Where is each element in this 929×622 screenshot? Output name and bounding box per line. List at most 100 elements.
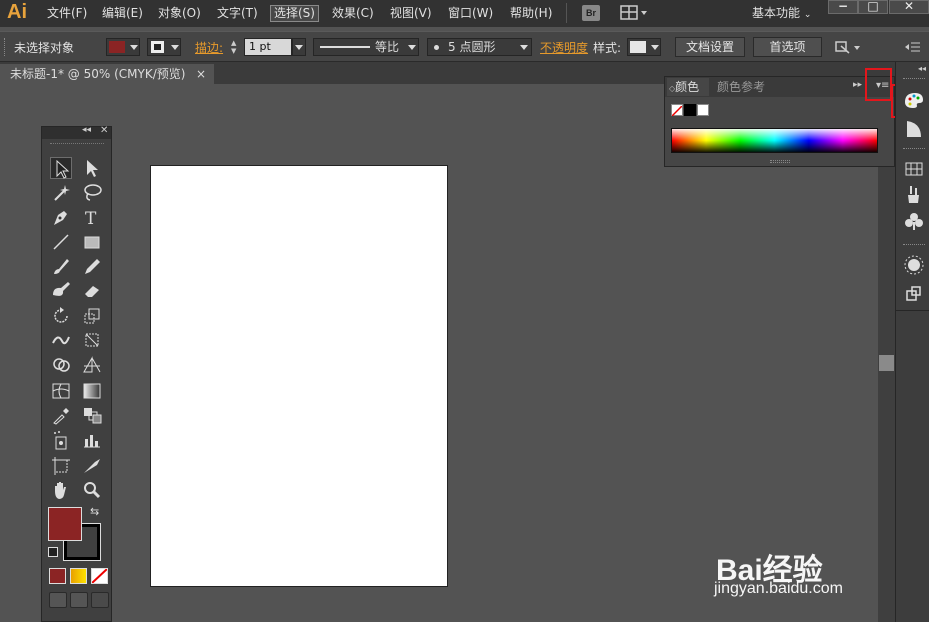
color-spectrum-ramp[interactable] xyxy=(671,128,878,153)
swap-colors-icon[interactable]: ⇆ xyxy=(90,505,99,518)
slice-tool[interactable] xyxy=(81,455,103,477)
maximize-button[interactable]: □ xyxy=(858,0,888,14)
pen-tool[interactable] xyxy=(50,206,72,228)
magic-wand-tool[interactable] xyxy=(50,181,72,203)
menu-edit[interactable]: 编辑(E) xyxy=(99,5,146,22)
grip-handle[interactable] xyxy=(4,38,6,56)
zoom-tool[interactable] xyxy=(81,479,103,501)
fill-color-dropdown[interactable] xyxy=(106,38,140,56)
document-setup-button[interactable]: 文档设置 xyxy=(675,37,745,57)
direct-selection-tool[interactable] xyxy=(81,157,103,179)
white-swatch[interactable] xyxy=(697,104,709,116)
collapse-panel-icon[interactable]: ▸▸ xyxy=(853,80,862,90)
black-swatch[interactable] xyxy=(684,104,696,116)
blend-tool[interactable] xyxy=(81,404,103,426)
default-colors-icon[interactable] xyxy=(48,547,58,557)
mesh-icon xyxy=(52,383,70,399)
artboard[interactable] xyxy=(150,165,448,587)
panel-resize-grip[interactable] xyxy=(770,160,790,163)
paintbrush-tool[interactable] xyxy=(50,255,72,277)
fill-color-box[interactable] xyxy=(48,507,82,541)
column-graph-tool[interactable] xyxy=(81,429,103,451)
close-tab-icon[interactable]: × xyxy=(196,64,206,84)
stroke-profile-dropdown[interactable]: 等比 xyxy=(313,38,419,56)
menu-type[interactable]: 文字(T) xyxy=(214,5,261,22)
expand-dock-icon[interactable]: ◂◂ xyxy=(918,64,926,73)
none-mode-button[interactable] xyxy=(91,568,108,584)
bridge-button[interactable]: Br xyxy=(582,5,600,21)
dock-grip[interactable] xyxy=(903,78,925,80)
eyedropper-tool[interactable] xyxy=(50,404,72,426)
stroke-weight-input[interactable]: 1 pt xyxy=(244,38,292,56)
panel-menu-button[interactable] xyxy=(904,40,922,54)
menu-select[interactable]: 选择(S) xyxy=(270,5,319,22)
menu-effect[interactable]: 效果(C) xyxy=(329,5,377,22)
opacity-label[interactable]: 不透明度 xyxy=(540,39,588,56)
transform-panel-button[interactable] xyxy=(901,282,927,306)
stroke-weight-dropdown[interactable] xyxy=(292,38,306,56)
mesh-tool[interactable] xyxy=(50,380,72,402)
stroke-stepper[interactable]: ▲ ▼ xyxy=(231,39,243,55)
tools-grip[interactable] xyxy=(50,143,104,145)
menu-window[interactable]: 窗口(W) xyxy=(445,5,496,22)
sun-appearance-icon xyxy=(904,255,924,275)
transform-align-button[interactable] xyxy=(833,39,863,57)
none-swatch[interactable] xyxy=(671,104,683,117)
eraser-tool[interactable] xyxy=(81,279,103,301)
minimize-button[interactable]: − xyxy=(828,0,858,14)
brush-label: 5 点圆形 xyxy=(448,40,496,54)
preferences-button[interactable]: 首选项 xyxy=(753,37,822,57)
color-mode-button[interactable] xyxy=(49,568,66,584)
color-panel-button[interactable] xyxy=(901,88,927,112)
profile-line-preview xyxy=(320,46,370,48)
menu-view[interactable]: 视图(V) xyxy=(387,5,435,22)
collapse-icon[interactable]: ◂◂ xyxy=(82,125,91,135)
menu-file[interactable]: 文件(F) xyxy=(44,5,90,22)
pencil-tool[interactable] xyxy=(81,255,103,277)
dock-grip[interactable] xyxy=(903,244,925,246)
symbols-button[interactable] xyxy=(901,210,927,234)
hand-tool[interactable] xyxy=(50,479,72,501)
document-tab[interactable]: 未标题-1* @ 50% (CMYK/预览) × xyxy=(0,64,214,84)
lasso-tool[interactable] xyxy=(81,181,103,203)
free-transform-tool[interactable] xyxy=(81,329,103,351)
line-tool[interactable] xyxy=(50,231,72,253)
selection-tool[interactable] xyxy=(50,157,72,179)
arrange-documents-button[interactable] xyxy=(620,5,648,21)
menu-help[interactable]: 帮助(H) xyxy=(507,5,555,22)
workspace-switcher[interactable]: 基本功能 ⌄ xyxy=(752,4,811,21)
draw-behind-button[interactable] xyxy=(70,592,88,608)
close-window-button[interactable]: ✕ xyxy=(889,0,929,14)
shape-builder-tool[interactable] xyxy=(50,354,72,376)
color-guide-button[interactable] xyxy=(901,117,927,141)
rotate-tool[interactable] xyxy=(50,305,72,327)
symbol-sprayer-tool[interactable] xyxy=(50,429,72,451)
graphic-style-dropdown[interactable] xyxy=(627,38,661,56)
blob-brush-tool[interactable] xyxy=(50,279,72,301)
dock-grip[interactable] xyxy=(903,148,925,150)
scale-icon xyxy=(84,308,100,324)
tools-panel-header[interactable]: ◂◂ ✕ xyxy=(42,125,111,139)
draw-inside-button[interactable] xyxy=(91,592,109,608)
type-tool[interactable]: T xyxy=(81,206,103,229)
artboard-tool[interactable] xyxy=(50,455,72,477)
tab-color[interactable]: ◇颜色 xyxy=(667,78,709,96)
close-panel-icon[interactable]: ✕ xyxy=(100,125,108,136)
swatches-button[interactable] xyxy=(901,157,927,181)
scale-tool[interactable] xyxy=(81,305,103,327)
brushes-button[interactable] xyxy=(901,183,927,207)
stroke-label[interactable]: 描边: xyxy=(195,39,223,56)
gradient-mode-button[interactable] xyxy=(70,568,87,584)
tab-color-guide[interactable]: 颜色参考 xyxy=(717,78,765,96)
rectangle-tool[interactable] xyxy=(81,231,103,253)
perspective-grid-tool[interactable] xyxy=(81,354,103,376)
stroke-color-dropdown[interactable] xyxy=(147,38,181,56)
appearance-button[interactable] xyxy=(901,253,927,277)
draw-normal-button[interactable] xyxy=(49,592,67,608)
scrollbar-thumb[interactable] xyxy=(879,355,894,371)
warp-tool[interactable] xyxy=(50,329,72,351)
menu-object[interactable]: 对象(O) xyxy=(155,5,204,22)
stroke-swatch xyxy=(151,41,164,53)
gradient-tool[interactable] xyxy=(81,380,103,402)
brush-dropdown[interactable]: 5 点圆形 xyxy=(427,38,532,56)
